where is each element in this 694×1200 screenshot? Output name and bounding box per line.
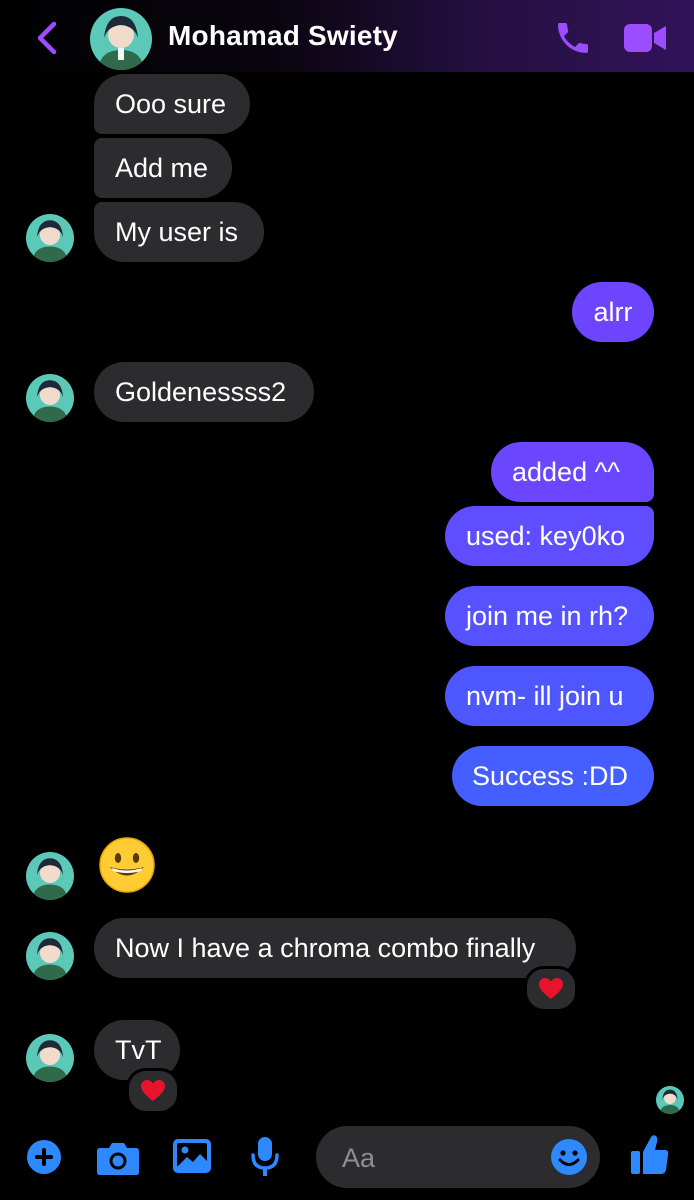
message-text: Success :DD	[472, 760, 629, 791]
message-text: TvT	[115, 1034, 162, 1065]
message-text: join me in rh?	[466, 600, 629, 631]
outgoing-message[interactable]: alrr	[572, 282, 654, 342]
outgoing-message[interactable]: nvm- ill join u	[445, 666, 654, 726]
sender-avatar[interactable]	[26, 932, 74, 980]
sender-avatar[interactable]	[26, 374, 74, 422]
outgoing-message[interactable]: added ^^	[491, 442, 654, 502]
sender-avatar[interactable]	[26, 852, 74, 900]
phone-icon[interactable]	[552, 18, 594, 58]
emoji-icon[interactable]	[550, 1138, 588, 1176]
seen-receipt-avatar	[656, 1086, 684, 1114]
contact-avatar[interactable]	[90, 8, 152, 70]
message-text: alrr	[593, 296, 633, 327]
incoming-message[interactable]: Now I have a chroma combo finally	[94, 918, 576, 978]
contact-name[interactable]: Mohamad Swiety	[168, 20, 398, 52]
incoming-message[interactable]: My user is	[94, 202, 264, 262]
back-chevron-icon[interactable]	[30, 18, 66, 58]
message-text: added ^^	[512, 456, 620, 487]
outgoing-message[interactable]: Success :DD	[452, 746, 654, 806]
red-heart-icon	[539, 978, 563, 999]
message-text: nvm- ill join u	[466, 680, 624, 711]
message-text: Ooo sure	[115, 88, 227, 119]
camera-icon[interactable]	[96, 1140, 140, 1176]
thumbs-up-icon[interactable]	[630, 1134, 670, 1176]
message-text: My user is	[115, 216, 239, 247]
heart-reaction[interactable]	[524, 966, 578, 1012]
photo-icon[interactable]	[172, 1138, 212, 1174]
sender-avatar[interactable]	[26, 214, 74, 262]
outgoing-message[interactable]: join me in rh?	[445, 586, 654, 646]
message-text: Now I have a chroma combo finally	[115, 932, 536, 963]
grinning-face-emoji[interactable]	[98, 836, 156, 894]
message-input[interactable]	[340, 1138, 544, 1178]
chat-header: Mohamad Swiety	[0, 0, 694, 72]
message-text: Add me	[115, 152, 209, 183]
incoming-message[interactable]: Ooo sure	[94, 74, 250, 134]
message-composer[interactable]	[316, 1126, 600, 1188]
message-text: used: key0ko	[466, 520, 626, 551]
red-heart-icon	[141, 1080, 165, 1101]
plus-icon[interactable]	[26, 1139, 62, 1175]
microphone-icon[interactable]	[250, 1136, 280, 1178]
incoming-message[interactable]: Goldenessss2	[94, 362, 314, 422]
heart-reaction[interactable]	[126, 1068, 180, 1114]
outgoing-message[interactable]: used: key0ko	[445, 506, 654, 566]
sender-avatar[interactable]	[26, 1034, 74, 1082]
incoming-message[interactable]: Add me	[94, 138, 232, 198]
video-camera-icon[interactable]	[622, 20, 668, 56]
message-text: Goldenessss2	[115, 376, 287, 407]
